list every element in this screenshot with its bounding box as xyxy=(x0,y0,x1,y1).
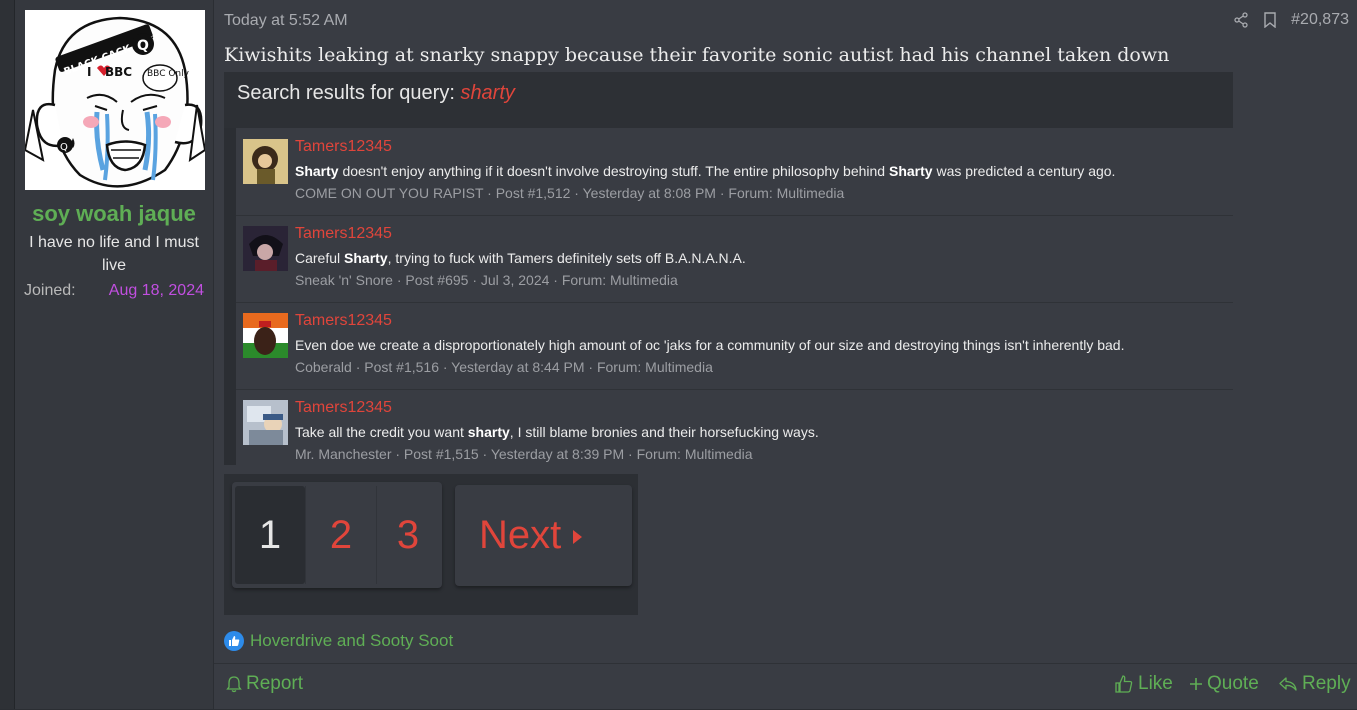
avatar[interactable]: BLACK CACK SLUT Q I BBC BBC Only Q xyxy=(25,10,205,190)
avatar-drawing: BLACK CACK SLUT Q I BBC BBC Only Q xyxy=(25,10,205,190)
quote-label: Quote xyxy=(1207,673,1259,694)
reaction-users[interactable]: Hoverdrive and Sooty Soot xyxy=(250,631,453,651)
search-result-row[interactable]: Tamers12345 Careful Sharty, trying to fuc… xyxy=(236,215,1233,303)
post-body: Today at 5:52 AM #20,873 Kiwishits leaki… xyxy=(214,0,1357,709)
thumbs-up-icon xyxy=(224,631,244,651)
highlighted-term: Sharty xyxy=(888,163,933,179)
svg-text:BBC: BBC xyxy=(105,65,132,79)
snippet-text: Take all the credit you want xyxy=(295,424,468,440)
reply-label: Reply xyxy=(1302,673,1351,694)
snippet-text: was predicted a century ago. xyxy=(932,163,1116,179)
result-meta: COME ON OUT YOU RAPIST · Post #1,512 · Y… xyxy=(295,185,845,201)
result-meta: Mr. Manchester · Post #1,515 · Yesterday… xyxy=(295,446,753,462)
user-title: I have no life and I must live xyxy=(29,234,199,274)
svg-text:Q: Q xyxy=(60,142,68,153)
svg-text:Q: Q xyxy=(137,38,149,54)
bell-icon xyxy=(226,676,242,693)
post-number[interactable]: #20,873 xyxy=(1291,11,1349,29)
highlighted-term: sharty xyxy=(467,424,510,440)
snippet-text: Even doe we create a disproportionately … xyxy=(295,337,1125,353)
snippet-text: Careful xyxy=(295,250,345,266)
embed-header: Search results for query: sharty xyxy=(224,72,1233,128)
next-label: Next xyxy=(479,513,562,557)
search-result-row[interactable]: Tamers12345 Take all the credit you want … xyxy=(236,389,1233,476)
like-button[interactable]: Like xyxy=(1114,673,1173,695)
like-label: Like xyxy=(1138,673,1173,694)
snippet-text: , I still blame bronies and their horsef… xyxy=(509,424,819,440)
result-snippet: Sharty doesn't enjoy anything if it does… xyxy=(295,163,1115,179)
result-snippet: Even doe we create a disproportionately … xyxy=(295,337,1124,353)
joined-date: Aug 18, 2024 xyxy=(108,282,204,299)
result-title-link[interactable]: Tamers12345 xyxy=(295,399,392,417)
plus-icon xyxy=(1190,678,1202,690)
svg-text:I: I xyxy=(87,65,91,79)
page-buttons: 1 2 3 xyxy=(232,482,442,588)
page-3-button[interactable]: 3 xyxy=(373,486,443,584)
search-result-row[interactable]: Tamers12345 Sharty doesn't enjoy anything… xyxy=(236,128,1233,216)
snippet-text: , trying to fuck with Tamers definitely … xyxy=(387,250,746,266)
caret-right-icon xyxy=(573,530,583,545)
result-snippet: Careful Sharty, trying to fuck with Tame… xyxy=(295,250,746,266)
report-button[interactable]: Report xyxy=(226,673,303,695)
result-title-link[interactable]: Tamers12345 xyxy=(295,312,392,330)
share-icon[interactable] xyxy=(1233,12,1249,28)
embed-title-prefix: Search results for query: xyxy=(237,82,455,104)
result-avatar[interactable] xyxy=(243,313,288,358)
embed-title: Search results for query: sharty xyxy=(237,82,515,105)
search-results: Tamers12345 Sharty doesn't enjoy anything… xyxy=(236,128,1233,465)
username[interactable]: soy woah jaque xyxy=(15,201,213,227)
pagination: 1 2 3 Next xyxy=(224,474,638,615)
search-query[interactable]: sharty xyxy=(460,82,514,104)
bookmark-icon[interactable] xyxy=(1263,12,1277,28)
quote-button[interactable]: Quote xyxy=(1189,673,1259,695)
result-meta: Coberald · Post #1,516 · Yesterday at 8:… xyxy=(295,359,713,375)
next-page-button[interactable]: Next xyxy=(455,485,632,586)
post-top-actions: #20,873 xyxy=(1233,11,1349,29)
search-result-row[interactable]: Tamers12345 Even doe we create a dispropo… xyxy=(236,302,1233,390)
result-title-link[interactable]: Tamers12345 xyxy=(295,225,392,243)
search-embed: Search results for query: sharty Tamers1… xyxy=(224,72,1233,465)
reply-button[interactable]: Reply xyxy=(1278,673,1351,695)
highlighted-term: Sharty xyxy=(344,250,388,266)
result-title-link[interactable]: Tamers12345 xyxy=(295,138,392,156)
page-1-button[interactable]: 1 xyxy=(235,486,305,584)
result-snippet: Take all the credit you want sharty, I s… xyxy=(295,424,819,440)
result-meta: Sneak 'n' Snore · Post #695 · Jul 3, 202… xyxy=(295,272,678,288)
result-avatar[interactable] xyxy=(243,139,288,184)
user-sidebar: BLACK CACK SLUT Q I BBC BBC Only Q soy w… xyxy=(15,0,213,709)
left-edge xyxy=(0,0,15,709)
thumbs-up-outline-icon xyxy=(1115,675,1133,693)
snippet-text: doesn't enjoy anything if it doesn't inv… xyxy=(338,163,889,179)
result-avatar[interactable] xyxy=(243,400,288,445)
post-footer: Report Like Quote Reply xyxy=(214,663,1357,710)
post-date[interactable]: Today at 5:52 AM xyxy=(224,12,348,30)
page-2-button[interactable]: 2 xyxy=(306,486,376,584)
result-avatar[interactable] xyxy=(243,226,288,271)
report-label: Report xyxy=(246,673,304,694)
reply-arrow-icon xyxy=(1279,677,1297,691)
joined-label: Joined: xyxy=(24,282,76,299)
svg-text:BBC Only: BBC Only xyxy=(147,69,190,79)
post-heading: Kiwishits leaking at snarky snappy becau… xyxy=(224,44,1170,66)
highlighted-term: Sharty xyxy=(295,163,339,179)
reactions-bar[interactable]: Hoverdrive and Sooty Soot xyxy=(224,631,453,651)
